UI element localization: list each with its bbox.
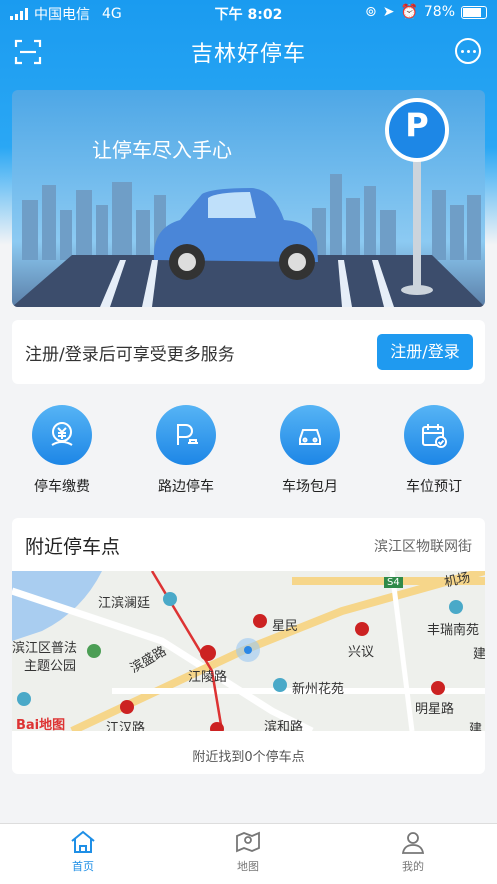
service-roadside-parking[interactable]: 路边停车	[136, 405, 236, 496]
nearby-count: 附近找到0个停车点	[192, 750, 305, 765]
banner-slogan: 让停车尽入手心	[92, 138, 232, 162]
battery-percent: 78%	[423, 4, 455, 20]
service-space-booking[interactable]: 车位预订	[384, 405, 484, 496]
alarm-icon: ⏰	[400, 4, 418, 20]
service-parking-payment[interactable]: 停车缴费	[12, 405, 112, 496]
tab-profile[interactable]: 我的	[373, 830, 453, 874]
map-label: S4	[384, 577, 403, 588]
battery-icon	[461, 5, 487, 19]
message-icon[interactable]	[455, 38, 481, 64]
login-button[interactable]: 注册/登录	[377, 334, 473, 370]
tab-label: 地图	[237, 860, 259, 873]
page-title: 吉林好停车	[190, 42, 306, 67]
promo-banner[interactable]: P 让停车尽入手心	[12, 90, 485, 307]
map-label: 丰瑞南苑	[427, 623, 480, 638]
nearby-title: 附近停车点	[25, 536, 121, 558]
current-location[interactable]: 滨江区物联网街	[374, 536, 472, 556]
parking-sign-letter: P	[405, 106, 429, 144]
nearby-card: 附近停车点 滨江区物联网街 江滨澜廷 滨盛路 江陵路 星民 兴议 丰瑞南苑 滨江…	[12, 518, 485, 774]
service-monthly-pass[interactable]: 车场包月	[260, 405, 360, 496]
nav-bar: 吉林好停车	[0, 28, 497, 76]
login-card: 注册/登录后可享受更多服务 注册/登录	[12, 320, 485, 384]
service-label: 车位预订	[406, 479, 462, 495]
map-label: 建	[469, 722, 483, 731]
map-label: 主题公园	[24, 659, 77, 674]
service-label: 停车缴费	[34, 479, 90, 495]
orientation-lock-icon: ⊚	[364, 4, 377, 20]
calendar-check-icon	[422, 424, 447, 448]
service-grid: 停车缴费 路边停车 车场包月 车位预订	[0, 405, 497, 505]
status-bar: 中国电信 4G 下午 8:02 ⊚ ➤ ⏰ 78%	[0, 0, 497, 26]
map-label: 滨江区普法	[12, 641, 78, 656]
yuan-coin-icon	[51, 422, 73, 446]
map-label: 江陵路	[188, 670, 228, 685]
baidu-map-logo: Bai地图	[16, 718, 66, 731]
nearby-map[interactable]: 江滨澜廷 滨盛路 江陵路 星民 兴议 丰瑞南苑 滨江区普法 主题公园 新州花苑 …	[12, 571, 485, 731]
map-label: 明星路	[415, 702, 455, 717]
map-label: 江汉路	[106, 721, 146, 731]
map-label: 建	[473, 647, 485, 662]
login-prompt: 注册/登录后可享受更多服务	[25, 345, 235, 365]
map-label: 滨和路	[264, 720, 304, 731]
map-label: 兴议	[348, 645, 375, 660]
tab-home[interactable]: 首页	[43, 830, 123, 874]
map-label: 新州花苑	[292, 682, 345, 697]
tab-label: 首页	[72, 860, 94, 873]
service-label: 车场包月	[282, 479, 338, 495]
tab-bar: 首页 地图 我的	[0, 823, 497, 884]
map-label: 江滨澜廷	[98, 596, 151, 611]
user-icon	[401, 832, 425, 854]
roadside-parking-icon	[177, 424, 198, 445]
location-arrow-icon: ➤	[382, 4, 395, 20]
tab-map[interactable]: 地图	[208, 830, 288, 874]
map-pin-icon	[236, 831, 260, 853]
car-icon	[299, 429, 321, 445]
tab-label: 我的	[402, 860, 424, 873]
home-icon	[71, 830, 95, 853]
map-label: 星民	[272, 619, 299, 634]
service-label: 路边停车	[158, 479, 214, 495]
